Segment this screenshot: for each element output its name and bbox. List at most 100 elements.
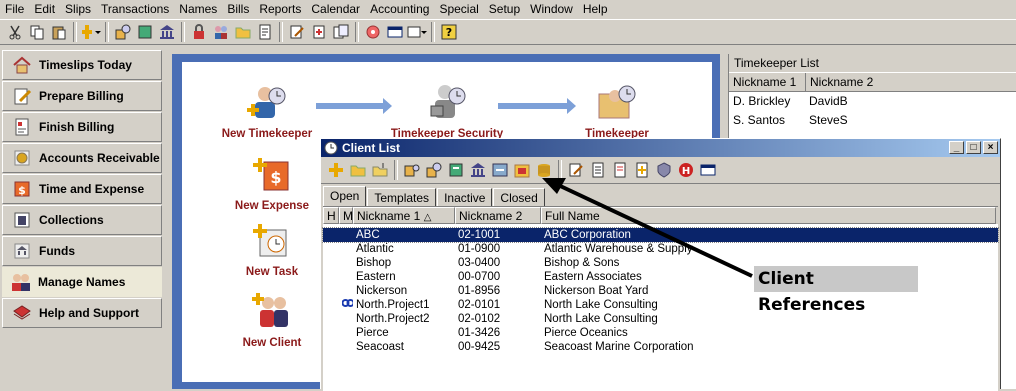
- column-header-nickname1[interactable]: Nickname 1 △: [353, 207, 455, 224]
- table-row[interactable]: North.Project1 02-0101 North Lake Consulti…: [323, 298, 998, 312]
- column-header-m[interactable]: M: [339, 207, 353, 224]
- new-expense-icon: $: [252, 154, 292, 194]
- sidebar-item-funds[interactable]: Funds: [2, 236, 162, 266]
- client-list-titlebar[interactable]: Client List _ □ ×: [321, 139, 1000, 157]
- open-folder-icon[interactable]: [348, 160, 368, 180]
- settings-wheel-icon[interactable]: [363, 22, 383, 42]
- menu-calendar[interactable]: Calendar: [306, 2, 365, 16]
- funds-stack-icon[interactable]: [534, 160, 554, 180]
- timekeeper-link[interactable]: Timekeeper: [562, 82, 672, 140]
- document-icon[interactable]: [588, 160, 608, 180]
- new-client-link[interactable]: New Client: [222, 291, 322, 349]
- people-icon[interactable]: [211, 22, 231, 42]
- table-row[interactable]: D. Brickley DavidB: [729, 92, 1016, 111]
- cell-h: [323, 284, 339, 298]
- table-row[interactable]: Seacoast 00-9425 Seacoast Marine Corporati…: [323, 340, 998, 354]
- linked-client-icon: [341, 299, 353, 311]
- menu-setup[interactable]: Setup: [484, 2, 525, 16]
- add-icon[interactable]: [326, 160, 346, 180]
- column-header-nickname2[interactable]: Nickname 2: [806, 73, 1010, 91]
- list-icon[interactable]: [446, 160, 466, 180]
- minimize-button[interactable]: _: [949, 141, 964, 154]
- document-add-icon[interactable]: [632, 160, 652, 180]
- sidebar-item-manage-names[interactable]: Manage Names: [2, 267, 162, 297]
- timekeeper-security-link[interactable]: Timekeeper Security: [377, 82, 517, 140]
- flow-label: New Task: [245, 266, 299, 278]
- column-header-nickname2[interactable]: Nickname 2: [455, 207, 541, 224]
- folder-up-icon[interactable]: [370, 160, 390, 180]
- toolbar-separator: [394, 160, 398, 180]
- bank-icon[interactable]: [468, 160, 488, 180]
- maximize-button[interactable]: □: [966, 141, 981, 154]
- window-icon[interactable]: [698, 160, 718, 180]
- lock-icon[interactable]: [189, 22, 209, 42]
- copy-icon[interactable]: [27, 22, 47, 42]
- menu-slips[interactable]: Slips: [60, 2, 96, 16]
- sidebar-item-label: Time and Expense: [39, 182, 145, 196]
- help-h-icon[interactable]: H: [676, 160, 696, 180]
- help-icon[interactable]: ?: [439, 22, 459, 42]
- folder-icon[interactable]: [233, 22, 253, 42]
- edit-icon[interactable]: [287, 22, 307, 42]
- client-icon[interactable]: [135, 22, 155, 42]
- timekeeper-icon[interactable]: [113, 22, 133, 42]
- column-header-h[interactable]: H: [323, 207, 339, 224]
- menu-file[interactable]: File: [0, 2, 29, 16]
- new-expense-link[interactable]: $ New Expense: [222, 154, 322, 212]
- svg-text:?: ?: [446, 26, 452, 39]
- paste-icon[interactable]: [49, 22, 69, 42]
- tab-templates[interactable]: Templates: [367, 188, 437, 207]
- cell-nickname1: Eastern: [356, 271, 396, 283]
- bank-icon[interactable]: [157, 22, 177, 42]
- transfer-icon[interactable]: [490, 160, 510, 180]
- sidebar-item-prepare-billing[interactable]: Prepare Billing: [2, 81, 162, 111]
- column-header-full-name[interactable]: Full Name: [541, 207, 996, 224]
- sidebar-item-collections[interactable]: Collections: [2, 205, 162, 235]
- shield-icon[interactable]: [654, 160, 674, 180]
- add-dropdown-icon[interactable]: [81, 22, 101, 42]
- reports-icon[interactable]: [331, 22, 351, 42]
- menu-help[interactable]: Help: [578, 2, 613, 16]
- new-timekeeper-icon: [247, 82, 287, 122]
- tab-open[interactable]: Open: [323, 186, 367, 207]
- cell-nickname2: DavidB: [809, 94, 848, 108]
- timekeeper-icon[interactable]: [402, 160, 422, 180]
- table-row[interactable]: Pierce 01-3426 Pierce Oceanics: [323, 326, 998, 340]
- new-task-link[interactable]: New Task: [222, 220, 322, 278]
- client-grid: H M Nickname 1 △ Nickname 2 Full Name AB…: [322, 206, 999, 391]
- sidebar-item-time-and-expense[interactable]: $ Time and Expense: [2, 174, 162, 204]
- tab-inactive[interactable]: Inactive: [437, 188, 493, 207]
- window-dropdown-icon[interactable]: [407, 22, 427, 42]
- tab-closed[interactable]: Closed: [493, 188, 545, 207]
- document-red-icon[interactable]: [610, 160, 630, 180]
- cut-icon[interactable]: [5, 22, 25, 42]
- menu-window[interactable]: Window: [525, 2, 578, 16]
- table-row[interactable]: Atlantic 01-0900 Atlantic Warehouse & Supp…: [323, 242, 998, 256]
- table-row[interactable]: S. Santos SteveS: [729, 111, 1016, 130]
- menu-transactions[interactable]: Transactions: [96, 2, 174, 16]
- report-add-icon[interactable]: [309, 22, 329, 42]
- table-row[interactable]: North.Project2 02-0102 North Lake Consulti…: [323, 312, 998, 326]
- column-header-nickname1[interactable]: Nickname 1: [729, 73, 806, 91]
- menu-accounting[interactable]: Accounting: [365, 2, 434, 16]
- menu-names[interactable]: Names: [174, 2, 222, 16]
- references-folder-icon[interactable]: [512, 160, 532, 180]
- table-row[interactable]: ABC 02-1001 ABC Corporation: [322, 227, 999, 243]
- menu-reports[interactable]: Reports: [254, 2, 306, 16]
- window-icon[interactable]: [385, 22, 405, 42]
- menu-special[interactable]: Special: [434, 2, 483, 16]
- new-timekeeper-link[interactable]: New Timekeeper: [212, 82, 322, 140]
- menu-edit[interactable]: Edit: [29, 2, 60, 16]
- edit-icon[interactable]: [566, 160, 586, 180]
- sidebar-item-help-and-support[interactable]: Help and Support: [2, 298, 162, 328]
- sidebar-item-timeslips-today[interactable]: Timeslips Today: [2, 50, 162, 80]
- menu-bills[interactable]: Bills: [222, 2, 254, 16]
- bill-icon[interactable]: [255, 22, 275, 42]
- cell-nickname2: 01-0900: [458, 243, 501, 255]
- client-references-icon[interactable]: [424, 160, 444, 180]
- toolbar-separator: [431, 22, 435, 42]
- close-button[interactable]: ×: [983, 141, 998, 154]
- sidebar-item-accounts-receivable[interactable]: Accounts Receivable: [2, 143, 162, 173]
- svg-text:$: $: [18, 184, 26, 197]
- sidebar-item-finish-billing[interactable]: Finish Billing: [2, 112, 162, 142]
